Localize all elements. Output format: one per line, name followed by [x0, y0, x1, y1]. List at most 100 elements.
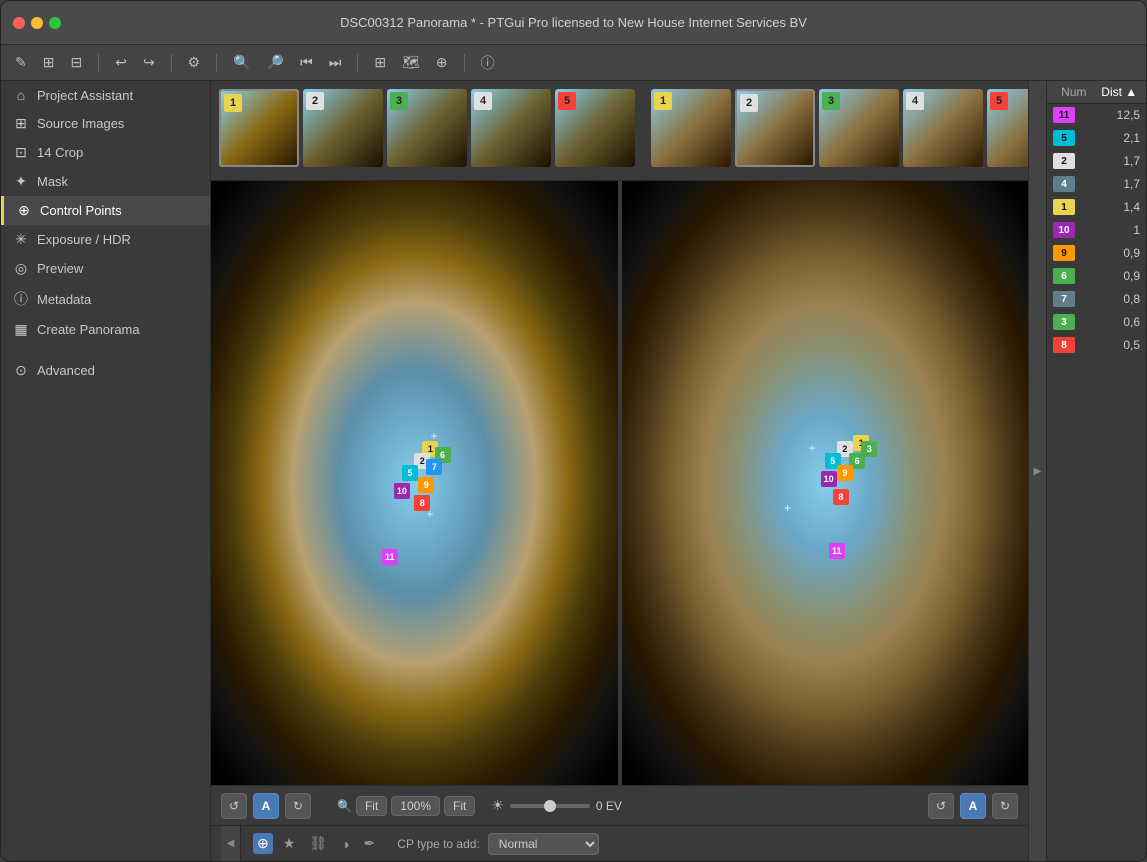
- maximize-button[interactable]: [49, 17, 61, 29]
- contrast-tool[interactable]: ◑: [337, 834, 353, 854]
- right-expand-button[interactable]: ▶: [1028, 81, 1046, 861]
- image-panel-right[interactable]: 1 2 3 5 6 9 10 8 11 + +: [618, 181, 1029, 785]
- cp-left-7[interactable]: 7: [426, 459, 442, 475]
- minimize-button[interactable]: [31, 17, 43, 29]
- next-icon[interactable]: ⏭: [325, 52, 346, 73]
- edit-icon[interactable]: ✎: [11, 52, 31, 73]
- filmstrip-right-thumb-4[interactable]: 4: [903, 89, 983, 167]
- rp-dist-4: 1,7: [1081, 177, 1140, 191]
- rp-row-10[interactable]: 10 1: [1047, 219, 1146, 242]
- zoom-control-left: 🔍 Fit 100% Fit: [337, 796, 475, 816]
- prev-icon[interactable]: ⏮: [296, 52, 317, 73]
- filmstrip-left-thumb-1[interactable]: 1: [219, 89, 299, 167]
- cp-left-10[interactable]: 10: [394, 483, 410, 499]
- cp-right-10[interactable]: 10: [821, 471, 837, 487]
- sidebar-item-crop[interactable]: ⊡ 14 Crop: [1, 138, 210, 167]
- filmstrip-left-thumb-2[interactable]: 2: [303, 89, 383, 167]
- info-icon[interactable]: ⓘ: [477, 51, 499, 75]
- rp-row-5[interactable]: 5 2,1: [1047, 127, 1146, 150]
- rp-row-8[interactable]: 8 0,5: [1047, 334, 1146, 357]
- redo-icon[interactable]: ↪: [139, 52, 159, 73]
- map-icon[interactable]: 🗺: [398, 52, 424, 73]
- filmstrip-right-thumb-5[interactable]: 5: [987, 89, 1028, 167]
- images-icon[interactable]: ⊞: [39, 52, 59, 73]
- separator-3: [216, 54, 217, 72]
- layout-icon[interactable]: ⊞: [370, 52, 390, 73]
- cp-right-8[interactable]: 8: [833, 489, 849, 505]
- image-panel-left[interactable]: 1 2 6 5 7 9 10 8 11 + +: [211, 181, 618, 785]
- exposure-icon: ✳: [13, 231, 29, 248]
- lasso-tool[interactable]: ⊕: [253, 833, 273, 854]
- cp-right-11[interactable]: 11: [829, 543, 845, 559]
- panorama-icon: ▦: [13, 321, 29, 338]
- zoom-out-icon[interactable]: 🔍: [229, 52, 254, 73]
- sidebar-item-advanced[interactable]: ⊙ Advanced: [1, 356, 210, 385]
- grid-icon[interactable]: ⊟: [66, 52, 86, 73]
- rp-dist-5: 2,1: [1081, 131, 1140, 145]
- bottom-toolbar: ↺ A ↻ 🔍 Fit 100% Fit ☀ 0 EV ↺: [211, 785, 1028, 825]
- rp-row-3[interactable]: 3 0,6: [1047, 311, 1146, 334]
- separator-5: [464, 54, 465, 72]
- dropper-tool[interactable]: ✒: [360, 833, 380, 854]
- thumb-num-5: 5: [558, 92, 576, 110]
- undo-icon[interactable]: ↩: [111, 52, 131, 73]
- titlebar: DSC00312 Panorama * - PTGui Pro licensed…: [1, 1, 1146, 45]
- filmstrip-right-thumb-1[interactable]: 1: [651, 89, 731, 167]
- settings-icon[interactable]: ⚙: [184, 52, 205, 73]
- rp-row-6[interactable]: 6 0,9: [1047, 265, 1146, 288]
- rp-row-1[interactable]: 1 1,4: [1047, 196, 1146, 219]
- cp-left-8[interactable]: 8: [414, 495, 430, 511]
- star-tool[interactable]: ★: [279, 833, 300, 854]
- thumb-num-4: 4: [474, 92, 492, 110]
- filmstrip-right-thumb-2[interactable]: 2: [735, 89, 815, 167]
- rp-row-9[interactable]: 9 0,9: [1047, 242, 1146, 265]
- filmstrip-right-thumb-3[interactable]: 3: [819, 89, 899, 167]
- cp-left-9[interactable]: 9: [418, 477, 434, 493]
- right-panel: Num Dist ▲ 11 12,5 5 2,1 2 1,7 4: [1046, 81, 1146, 861]
- zoom-in-icon[interactable]: 🔎: [263, 52, 288, 73]
- sidebar-item-control-points[interactable]: ⊕ Control Points: [1, 196, 210, 225]
- rp-row-2[interactable]: 2 1,7: [1047, 150, 1146, 173]
- filmstrip-right: 1 2 3 4 5: [651, 89, 1028, 172]
- rp-row-4[interactable]: 4 1,7: [1047, 173, 1146, 196]
- rp-badge-7: 7: [1053, 291, 1075, 307]
- crosshair-icon[interactable]: ⊕: [432, 52, 452, 73]
- sidebar-item-metadata[interactable]: ⓘ Metadata: [1, 283, 210, 315]
- sidebar-item-mask[interactable]: ✦ Mask: [1, 167, 210, 196]
- ev-value-left: 0 EV: [596, 799, 622, 813]
- cp-type-row: CP type to add: Normal Horizontal line V…: [397, 833, 599, 855]
- preview-icon: ◎: [13, 260, 29, 277]
- fit-button-left2[interactable]: Fit: [444, 796, 475, 816]
- separator-4: [357, 54, 358, 72]
- col-num[interactable]: Num: [1055, 85, 1093, 99]
- link-tool[interactable]: ⛓: [305, 833, 331, 854]
- ev-slider-left[interactable]: [510, 804, 590, 808]
- rotate-left-button-r[interactable]: ↺: [928, 793, 954, 819]
- cp-type-label: CP type to add:: [397, 837, 480, 851]
- filmstrip-left-thumb-3[interactable]: 3: [387, 89, 467, 167]
- close-button[interactable]: [13, 17, 25, 29]
- sidebar-item-project-assistant[interactable]: ⌂ Project Assistant: [1, 81, 210, 109]
- auto-button-left[interactable]: A: [253, 793, 279, 819]
- rp-row-11[interactable]: 11 12,5: [1047, 104, 1146, 127]
- sidebar-label-advanced: Advanced: [37, 363, 95, 378]
- filmstrip-left-thumb-5[interactable]: 5: [555, 89, 635, 167]
- cp-right-9[interactable]: 9: [837, 465, 853, 481]
- auto-button-right[interactable]: A: [960, 793, 986, 819]
- sidebar-item-exposure[interactable]: ✳ Exposure / HDR: [1, 225, 210, 254]
- sidebar-item-source-images[interactable]: ⊞ Source Images: [1, 109, 210, 138]
- sidebar-item-preview[interactable]: ◎ Preview: [1, 254, 210, 283]
- rp-row-7[interactable]: 7 0,8: [1047, 288, 1146, 311]
- rotate-right-button[interactable]: ↻: [285, 793, 311, 819]
- collapse-sidebar-button[interactable]: ◀: [221, 826, 241, 862]
- rotate-right-button-r[interactable]: ↻: [992, 793, 1018, 819]
- cp-type-select[interactable]: Normal Horizontal line Vertical line: [488, 833, 599, 855]
- rotate-left-button[interactable]: ↺: [221, 793, 247, 819]
- cp-left-11[interactable]: 11: [382, 549, 398, 565]
- filmstrip-left-thumb-4[interactable]: 4: [471, 89, 551, 167]
- cp-left-5[interactable]: 5: [402, 465, 418, 481]
- fit-button-left[interactable]: Fit: [356, 796, 387, 816]
- thumb-num-r3: 3: [822, 92, 840, 110]
- sidebar-item-create-panorama[interactable]: ▦ Create Panorama: [1, 315, 210, 344]
- col-dist[interactable]: Dist ▲: [1101, 85, 1139, 99]
